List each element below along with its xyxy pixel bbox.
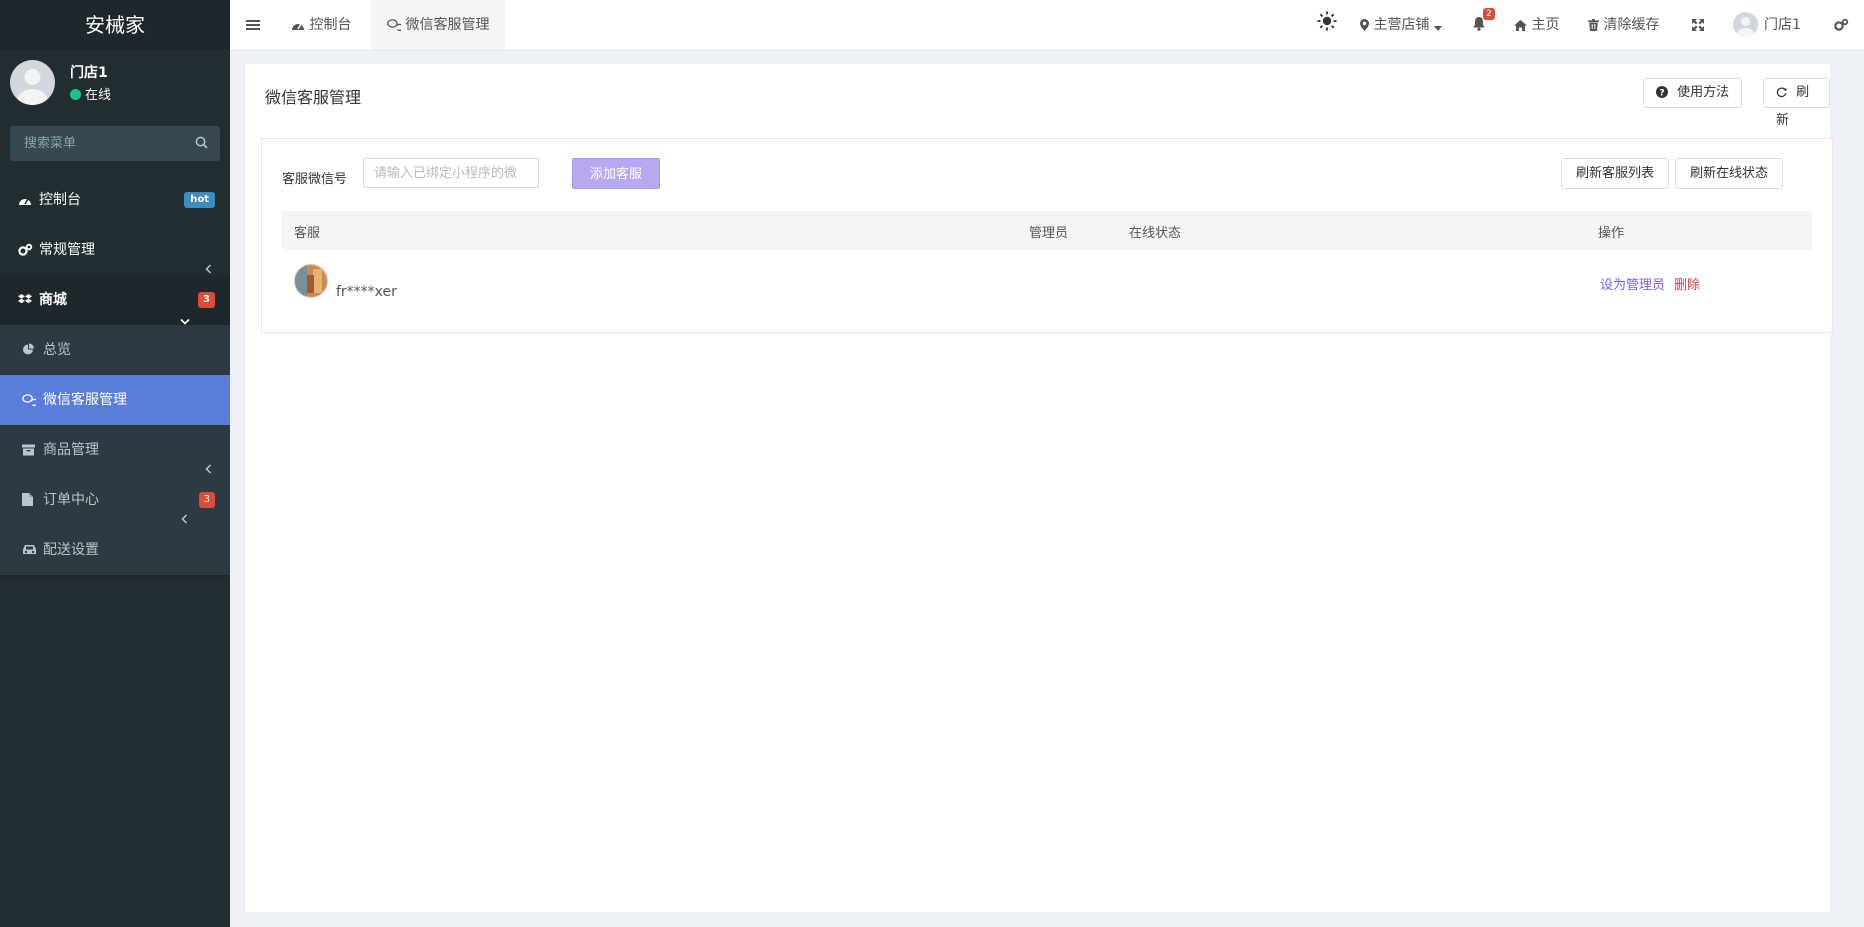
comments-icon	[387, 17, 405, 33]
page-title: 微信客服管理	[265, 88, 362, 107]
user-status-text: 在线	[85, 88, 112, 103]
table-row: fr****xer 设为管理员 删除	[282, 250, 1812, 320]
set-admin-link[interactable]: 设为管理员	[1600, 274, 1665, 293]
file-icon	[22, 477, 38, 527]
mall-submenu: 总览 微信客服管理 商品管理 订单中心 3 配送设置	[0, 325, 230, 575]
tab-label: 控制台	[309, 17, 352, 33]
column-header: 在线状态	[1129, 226, 1182, 241]
caret-down-icon	[1433, 17, 1442, 33]
sidebar-item-label: 常规管理	[39, 242, 95, 258]
comments-icon	[22, 377, 39, 427]
sidebar-item-orders[interactable]: 订单中心 3	[0, 475, 230, 525]
sidebar-item-label: 控制台	[39, 192, 81, 208]
clear-cache-label: 清除缓存	[1603, 17, 1660, 33]
sidebar-menu: 控制台 hot 常规管理 商城 3 总览 微信客服管理 商品管理 订单中心 3 …	[0, 175, 230, 577]
online-dot-icon	[70, 89, 81, 100]
user-avatar	[10, 60, 55, 105]
control-sidebar-toggle[interactable]	[1834, 0, 1849, 50]
sidebar-item-wechat-cs[interactable]: 微信客服管理	[0, 375, 230, 425]
tab-dashboard[interactable]: 控制台	[275, 0, 367, 50]
sidebar-item-label: 订单中心	[43, 492, 99, 508]
sidebar-item-mall[interactable]: 商城 3	[0, 275, 230, 325]
sidebar-item-label: 配送设置	[43, 542, 99, 558]
delete-link[interactable]: 删除	[1674, 274, 1700, 293]
sidebar-item-goods[interactable]: 商品管理	[0, 425, 230, 475]
hot-badge: hot	[184, 192, 215, 208]
sidebar-item-label: 总览	[43, 342, 71, 358]
sidebar-item-overview[interactable]: 总览	[0, 325, 230, 375]
refresh-cs-list-button[interactable]: 刷新客服列表	[1561, 158, 1670, 189]
map-marker-icon	[1360, 17, 1373, 33]
notification-badge: 2	[1483, 8, 1495, 20]
tab-label: 微信客服管理	[405, 17, 490, 33]
user-panel: 门店1 在线	[0, 50, 230, 122]
help-button[interactable]: ? 使用方法	[1643, 78, 1743, 108]
question-circle-icon: ?	[1656, 85, 1677, 100]
sidebar: 安械家 门店1 在线 控制台 hot 常规管理	[0, 0, 230, 927]
user-status: 在线	[70, 84, 111, 103]
cs-panel: 客服微信号 添加客服 刷新客服列表 刷新在线状态 客服 管理员 在线状态 操作 …	[261, 138, 1833, 333]
column-header: 客服	[294, 226, 321, 241]
svg-text:?: ?	[1659, 88, 1664, 98]
sidebar-item-general[interactable]: 常规管理	[0, 225, 230, 275]
sidebar-item-delivery[interactable]: 配送设置	[0, 525, 230, 575]
sidebar-item-label: 商城	[39, 292, 67, 308]
theme-toggle[interactable]	[1317, 0, 1337, 50]
user-avatar	[1733, 12, 1758, 37]
menu-search	[10, 126, 220, 161]
app-logo[interactable]: 安械家	[0, 0, 230, 50]
expand-icon	[1692, 17, 1704, 33]
column-header: 管理员	[1029, 226, 1069, 241]
dashboard-icon	[291, 17, 309, 33]
dropbox-icon	[18, 277, 34, 327]
pie-chart-icon	[22, 327, 38, 377]
main-content: 微信客服管理 ? 使用方法 刷新 客服微信号 添加客服 刷新客服列表 刷新在线状…	[245, 64, 1833, 912]
table-header: 客服 管理员 在线状态 操作	[282, 211, 1812, 250]
archive-icon	[22, 427, 38, 477]
sidebar-item-label: 商品管理	[43, 442, 99, 458]
user-name: 门店1	[70, 65, 108, 81]
fullscreen-toggle[interactable]	[1692, 0, 1704, 50]
notifications[interactable]: 2	[1472, 0, 1495, 50]
sidebar-item-dashboard[interactable]: 控制台 hot	[0, 175, 230, 225]
store-selector[interactable]: 主营店铺	[1360, 0, 1442, 50]
tab-wechat-cs[interactable]: 微信客服管理	[371, 0, 506, 50]
home-label: 主页	[1531, 17, 1560, 33]
sun-icon	[1317, 11, 1337, 33]
top-navbar: 控制台 微信客服管理 主营店铺 2 主页 清除缓存 门店1	[230, 0, 1864, 51]
car-icon	[22, 527, 38, 577]
help-button-label: 使用方法	[1677, 85, 1730, 100]
refresh-online-status-button[interactable]: 刷新在线状态	[1675, 158, 1784, 189]
sidebar-item-label: 微信客服管理	[43, 392, 127, 408]
orders-count-badge: 3	[198, 492, 215, 508]
wechat-id-label: 客服微信号	[282, 172, 348, 187]
store-selector-label: 主营店铺	[1373, 17, 1430, 33]
column-header: 操作	[1598, 226, 1625, 241]
clear-cache[interactable]: 清除缓存	[1588, 0, 1659, 50]
refresh-button[interactable]: 刷新	[1763, 78, 1830, 128]
cs-name: fr****xer	[336, 284, 397, 300]
search-icon[interactable]	[195, 136, 208, 153]
add-cs-button[interactable]: 添加客服	[572, 158, 660, 189]
home-icon	[1514, 17, 1531, 33]
user-menu[interactable]: 门店1	[1733, 0, 1801, 50]
user-menu-label: 门店1	[1764, 17, 1801, 33]
home-link[interactable]: 主页	[1514, 0, 1559, 50]
sidebar-toggle[interactable]	[246, 0, 260, 50]
menu-search-input[interactable]	[10, 126, 184, 161]
trash-icon	[1588, 17, 1603, 33]
refresh-icon	[1776, 85, 1796, 100]
hamburger-icon	[246, 17, 260, 33]
gears-icon	[1834, 17, 1849, 33]
dashboard-icon	[18, 177, 34, 227]
mall-count-badge: 3	[198, 292, 215, 308]
cs-avatar	[294, 264, 328, 298]
wechat-id-input[interactable]	[363, 158, 539, 188]
gears-icon	[18, 227, 34, 277]
